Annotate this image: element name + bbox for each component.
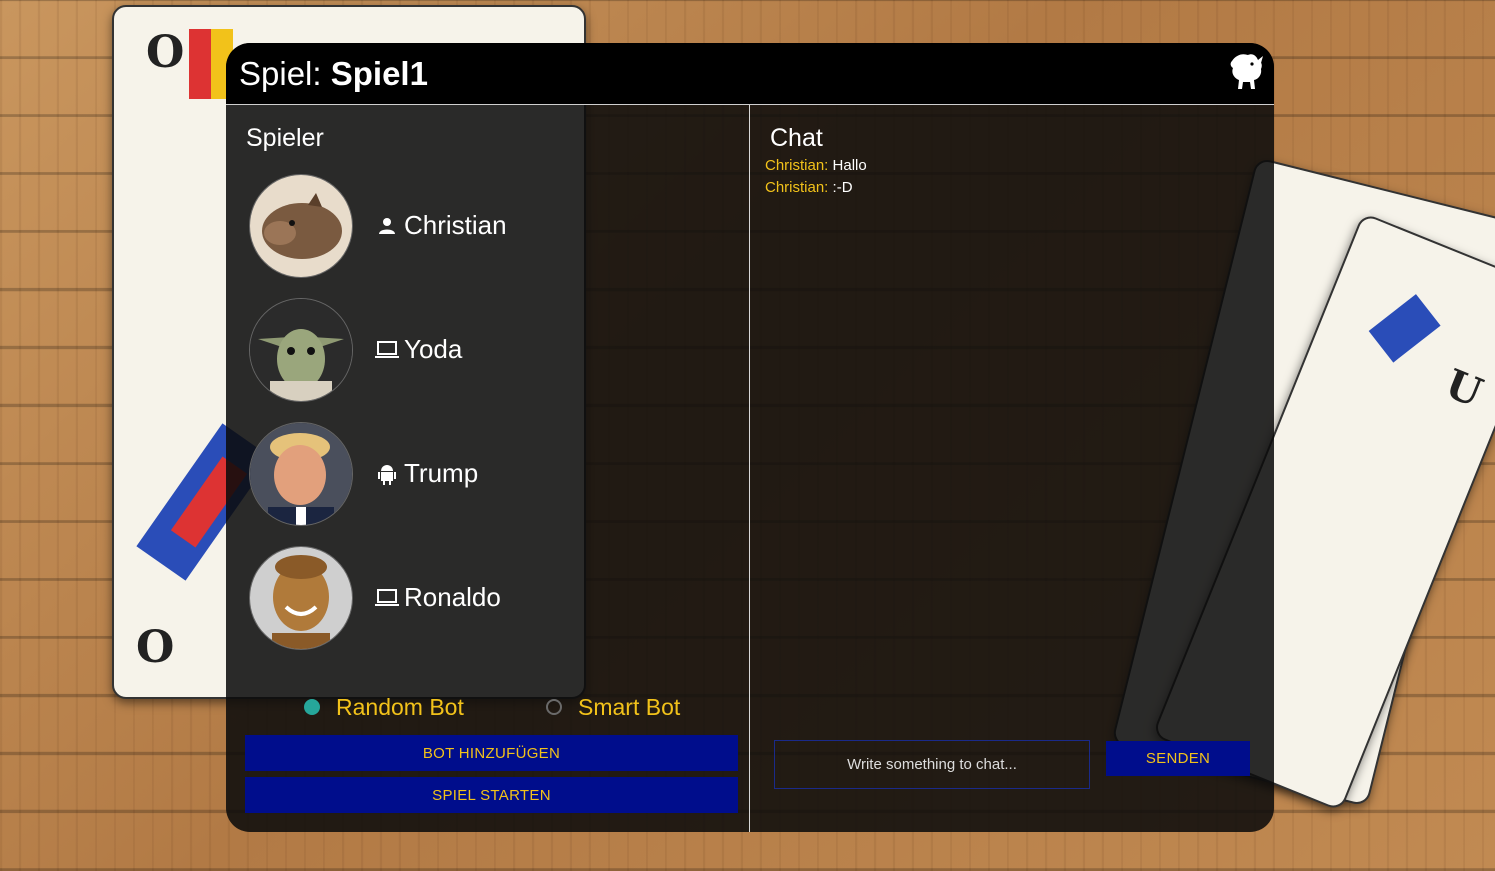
radio-label: Random Bot bbox=[336, 694, 464, 720]
chat-input[interactable] bbox=[774, 740, 1090, 789]
android-icon bbox=[378, 465, 396, 485]
person-icon bbox=[379, 218, 395, 234]
player-row: Ronaldo bbox=[249, 546, 729, 650]
laptop-icon bbox=[375, 341, 399, 358]
boar-icon[interactable] bbox=[1228, 51, 1264, 93]
avatar bbox=[249, 298, 353, 402]
radio-selected-icon bbox=[304, 699, 320, 715]
send-button[interactable]: SENDEN bbox=[1106, 741, 1250, 776]
chat-message: Christian: :-D bbox=[765, 179, 853, 196]
page-title: Spiel: Spiel1 bbox=[239, 55, 428, 92]
game-name: Spiel1 bbox=[330, 55, 428, 92]
radio-label: Smart Bot bbox=[578, 694, 681, 720]
chat-message: Christian: Hallo bbox=[765, 157, 867, 174]
avatar bbox=[249, 174, 353, 278]
player-name: Christian bbox=[404, 210, 507, 240]
header-bar: Spiel: Spiel1 bbox=[226, 43, 1274, 105]
player-name: Ronaldo bbox=[404, 582, 501, 612]
column-divider bbox=[749, 105, 750, 832]
chat-text: :-D bbox=[832, 179, 853, 196]
game-lobby-panel: Spiel: Spiel1 Spieler Christian Yoda Tru… bbox=[226, 43, 1274, 832]
chat-author: Christian: bbox=[765, 157, 829, 174]
start-game-button[interactable]: SPIEL STARTEN bbox=[245, 777, 738, 813]
radio-smart-bot[interactable]: Smart Bot bbox=[546, 694, 706, 720]
player-name: Yoda bbox=[404, 334, 463, 364]
player-row: Trump bbox=[249, 422, 729, 526]
player-name: Trump bbox=[404, 458, 479, 488]
laptop-icon bbox=[375, 589, 399, 606]
player-row: Christian bbox=[249, 174, 729, 278]
avatar bbox=[249, 546, 353, 650]
chat-author: Christian: bbox=[765, 179, 829, 196]
avatar bbox=[249, 422, 353, 526]
radio-unselected-icon bbox=[546, 699, 562, 715]
chat-title: Chat bbox=[770, 124, 823, 152]
players-title: Spieler bbox=[246, 124, 324, 152]
player-row: Yoda bbox=[249, 298, 729, 402]
add-bot-button[interactable]: BOT HINZUFÜGEN bbox=[245, 735, 738, 771]
radio-random-bot[interactable]: Random Bot bbox=[304, 694, 484, 720]
chat-text: Hallo bbox=[832, 157, 867, 174]
